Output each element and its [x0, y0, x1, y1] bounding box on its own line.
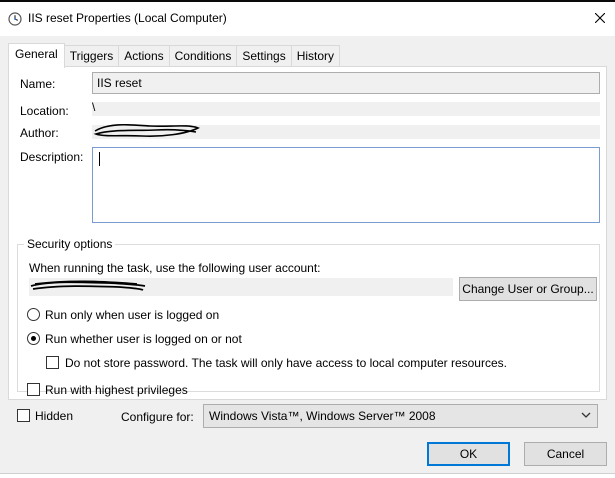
- cancel-button[interactable]: Cancel: [524, 442, 607, 466]
- name-field[interactable]: IIS reset: [92, 72, 600, 94]
- clock-icon: [8, 12, 22, 26]
- tab-history[interactable]: History: [290, 45, 341, 67]
- name-value: IIS reset: [97, 76, 142, 90]
- configure-for-label: Configure for:: [121, 410, 194, 424]
- text-caret: [99, 152, 100, 166]
- redaction-scribble-account: [29, 278, 149, 296]
- no-store-password-checkbox[interactable]: [46, 356, 59, 369]
- security-options-title: Security options: [24, 237, 116, 251]
- location-value: \: [92, 100, 96, 114]
- title-bar[interactable]: IIS reset Properties (Local Computer): [0, 0, 615, 36]
- location-label: Location:: [20, 104, 69, 118]
- close-button[interactable]: [585, 2, 615, 34]
- user-account-field: [29, 278, 453, 296]
- highest-privileges-label: Run with highest privileges: [45, 383, 188, 397]
- tab-actions[interactable]: Actions: [118, 45, 170, 67]
- tab-triggers[interactable]: Triggers: [63, 45, 120, 67]
- author-field: [92, 122, 600, 140]
- configure-for-value: Windows Vista™, Windows Server™ 2008: [209, 409, 436, 423]
- run-logged-on-label: Run only when user is logged on: [45, 308, 220, 322]
- account-prompt: When running the task, use the following…: [29, 261, 321, 275]
- change-user-button[interactable]: Change User or Group...: [459, 277, 597, 301]
- location-field: \: [92, 100, 600, 116]
- description-label: Description:: [20, 150, 84, 164]
- author-label: Author:: [20, 126, 59, 140]
- redaction-scribble-author: [92, 122, 202, 140]
- tab-general[interactable]: General: [8, 43, 65, 68]
- ok-button[interactable]: OK: [427, 442, 510, 466]
- run-logged-on-radio[interactable]: [27, 308, 40, 321]
- no-store-password-label: Do not store password. The task will onl…: [65, 356, 507, 370]
- properties-window: IIS reset Properties (Local Computer) Ge…: [0, 0, 615, 474]
- general-tab-panel: Name: IIS reset Location: \ Author: Desc…: [8, 66, 607, 400]
- tab-settings[interactable]: Settings: [236, 45, 292, 67]
- name-label: Name:: [20, 77, 56, 91]
- hidden-label: Hidden: [35, 409, 74, 423]
- window-title: IIS reset Properties (Local Computer): [28, 11, 227, 25]
- hidden-checkbox[interactable]: [17, 409, 30, 422]
- highest-privileges-checkbox[interactable]: [27, 383, 40, 396]
- chevron-down-icon: [581, 412, 591, 419]
- security-options-group: Security options When running the task, …: [17, 237, 600, 397]
- description-field[interactable]: [92, 147, 600, 223]
- run-whether-label: Run whether user is logged on or not: [45, 332, 242, 346]
- tab-strip: General Triggers Actions Conditions Sett…: [8, 43, 341, 68]
- configure-for-select[interactable]: Windows Vista™, Windows Server™ 2008: [203, 404, 598, 428]
- run-whether-radio[interactable]: [27, 332, 40, 345]
- close-icon: [595, 13, 605, 23]
- tab-conditions[interactable]: Conditions: [168, 45, 238, 67]
